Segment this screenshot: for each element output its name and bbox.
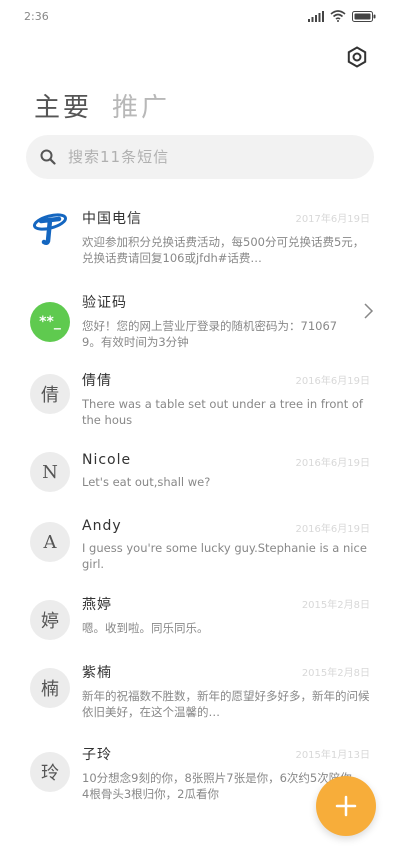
conversation-text: 中国电信 2017年6月19日 欢迎参加积分兑换话费活动，每500分可兑换话费5… xyxy=(82,208,370,266)
message-snippet: 您好！您的网上营业厅登录的随机密码为：710679。有效时间为3分钟 xyxy=(82,319,338,349)
message-date: 2016年6月19日 xyxy=(295,524,370,535)
conversation-item-yanting[interactable]: 婷 燕婷 2015年2月8日 嗯。收到啦。同乐同乐。 xyxy=(0,596,400,664)
search-icon xyxy=(40,149,56,165)
compose-button[interactable] xyxy=(316,776,376,836)
conversation-text: 验证码 您好！您的网上营业厅登录的随机密码为：710679。有效时间为3分钟 xyxy=(82,292,350,350)
chevron-right-icon xyxy=(364,303,374,319)
conversation-item-andy[interactable]: A Andy 2016年6月19日 I guess you're some lu… xyxy=(0,516,400,596)
tab-bar: 主要 推广 xyxy=(34,84,170,124)
wifi-icon xyxy=(330,10,346,22)
avatar xyxy=(30,208,70,248)
avatar: 玲 xyxy=(30,752,70,792)
avatar: 楠 xyxy=(30,668,70,708)
conversation-text: Nicole 2016年6月19日 Let's eat out,shall we… xyxy=(82,452,370,490)
conversation-item-qianqian[interactable]: 倩 倩倩 2016年6月19日 There was a table set ou… xyxy=(0,364,400,446)
message-snippet: 嗯。收到啦。同乐同乐。 xyxy=(82,621,209,635)
avatar: 婷 xyxy=(30,600,70,640)
avatar: **_ xyxy=(30,302,70,342)
status-bar: 2:36 xyxy=(0,0,400,32)
message-snippet: 欢迎参加积分兑换话费活动，每500分可兑换话费5元，兑换话费请回复106或jfd… xyxy=(82,235,365,265)
conversation-item-verification-code[interactable]: **_ 验证码 您好！您的网上营业厅登录的随机密码为：710679。有效时间为3… xyxy=(0,280,400,364)
tab-primary[interactable]: 主要 xyxy=(34,87,92,124)
china-telecom-logo-icon xyxy=(32,213,68,246)
tab-promotions[interactable]: 推广 xyxy=(112,87,170,124)
message-date: 2016年6月19日 xyxy=(295,458,370,469)
avatar: 倩 xyxy=(30,374,70,414)
search-input[interactable] xyxy=(68,148,348,166)
conversation-list: 中国电信 2017年6月19日 欢迎参加积分兑换话费活动，每500分可兑换话费5… xyxy=(0,196,400,832)
message-date: 2015年1月13日 xyxy=(295,750,370,761)
message-snippet: Let's eat out,shall we? xyxy=(82,475,211,489)
message-date: 2017年6月19日 xyxy=(295,214,370,225)
avatar: A xyxy=(30,522,70,562)
conversation-item-zinan[interactable]: 楠 紫楠 2015年2月8日 新年的祝福数不胜数，新年的愿望好多好多，新年的问候… xyxy=(0,664,400,748)
signal-icon xyxy=(308,10,324,22)
search-bar[interactable] xyxy=(26,135,374,179)
message-snippet: There was a table set out under a tree i… xyxy=(82,397,363,427)
conversation-item-nicole[interactable]: N Nicole 2016年6月19日 Let's eat out,shall … xyxy=(0,446,400,516)
message-snippet: I guess you're some lucky guy.Stephanie … xyxy=(82,541,367,571)
message-date: 2015年2月8日 xyxy=(301,600,370,611)
message-snippet: 新年的祝福数不胜数，新年的愿望好多好多，新年的问候依旧美好，在这个温馨的… xyxy=(82,689,370,719)
conversation-text: 紫楠 2015年2月8日 新年的祝福数不胜数，新年的愿望好多好多，新年的问候依旧… xyxy=(82,662,370,720)
plus-icon xyxy=(335,795,357,817)
status-icons xyxy=(308,10,376,22)
status-time: 2:36 xyxy=(24,9,49,23)
conversation-item-china-telecom[interactable]: 中国电信 2017年6月19日 欢迎参加积分兑换话费活动，每500分可兑换话费5… xyxy=(0,196,400,280)
message-date: 2016年6月19日 xyxy=(295,376,370,387)
conversation-text: 燕婷 2015年2月8日 嗯。收到啦。同乐同乐。 xyxy=(82,594,370,636)
settings-button[interactable] xyxy=(344,44,370,70)
gear-icon xyxy=(347,46,367,68)
conversation-text: Andy 2016年6月19日 I guess you're some luck… xyxy=(82,518,370,572)
avatar: N xyxy=(30,452,70,492)
conversation-text: 倩倩 2016年6月19日 There was a table set out … xyxy=(82,370,370,428)
contact-name: 验证码 xyxy=(82,295,127,311)
battery-icon xyxy=(352,10,376,22)
message-date: 2015年2月8日 xyxy=(301,668,370,679)
